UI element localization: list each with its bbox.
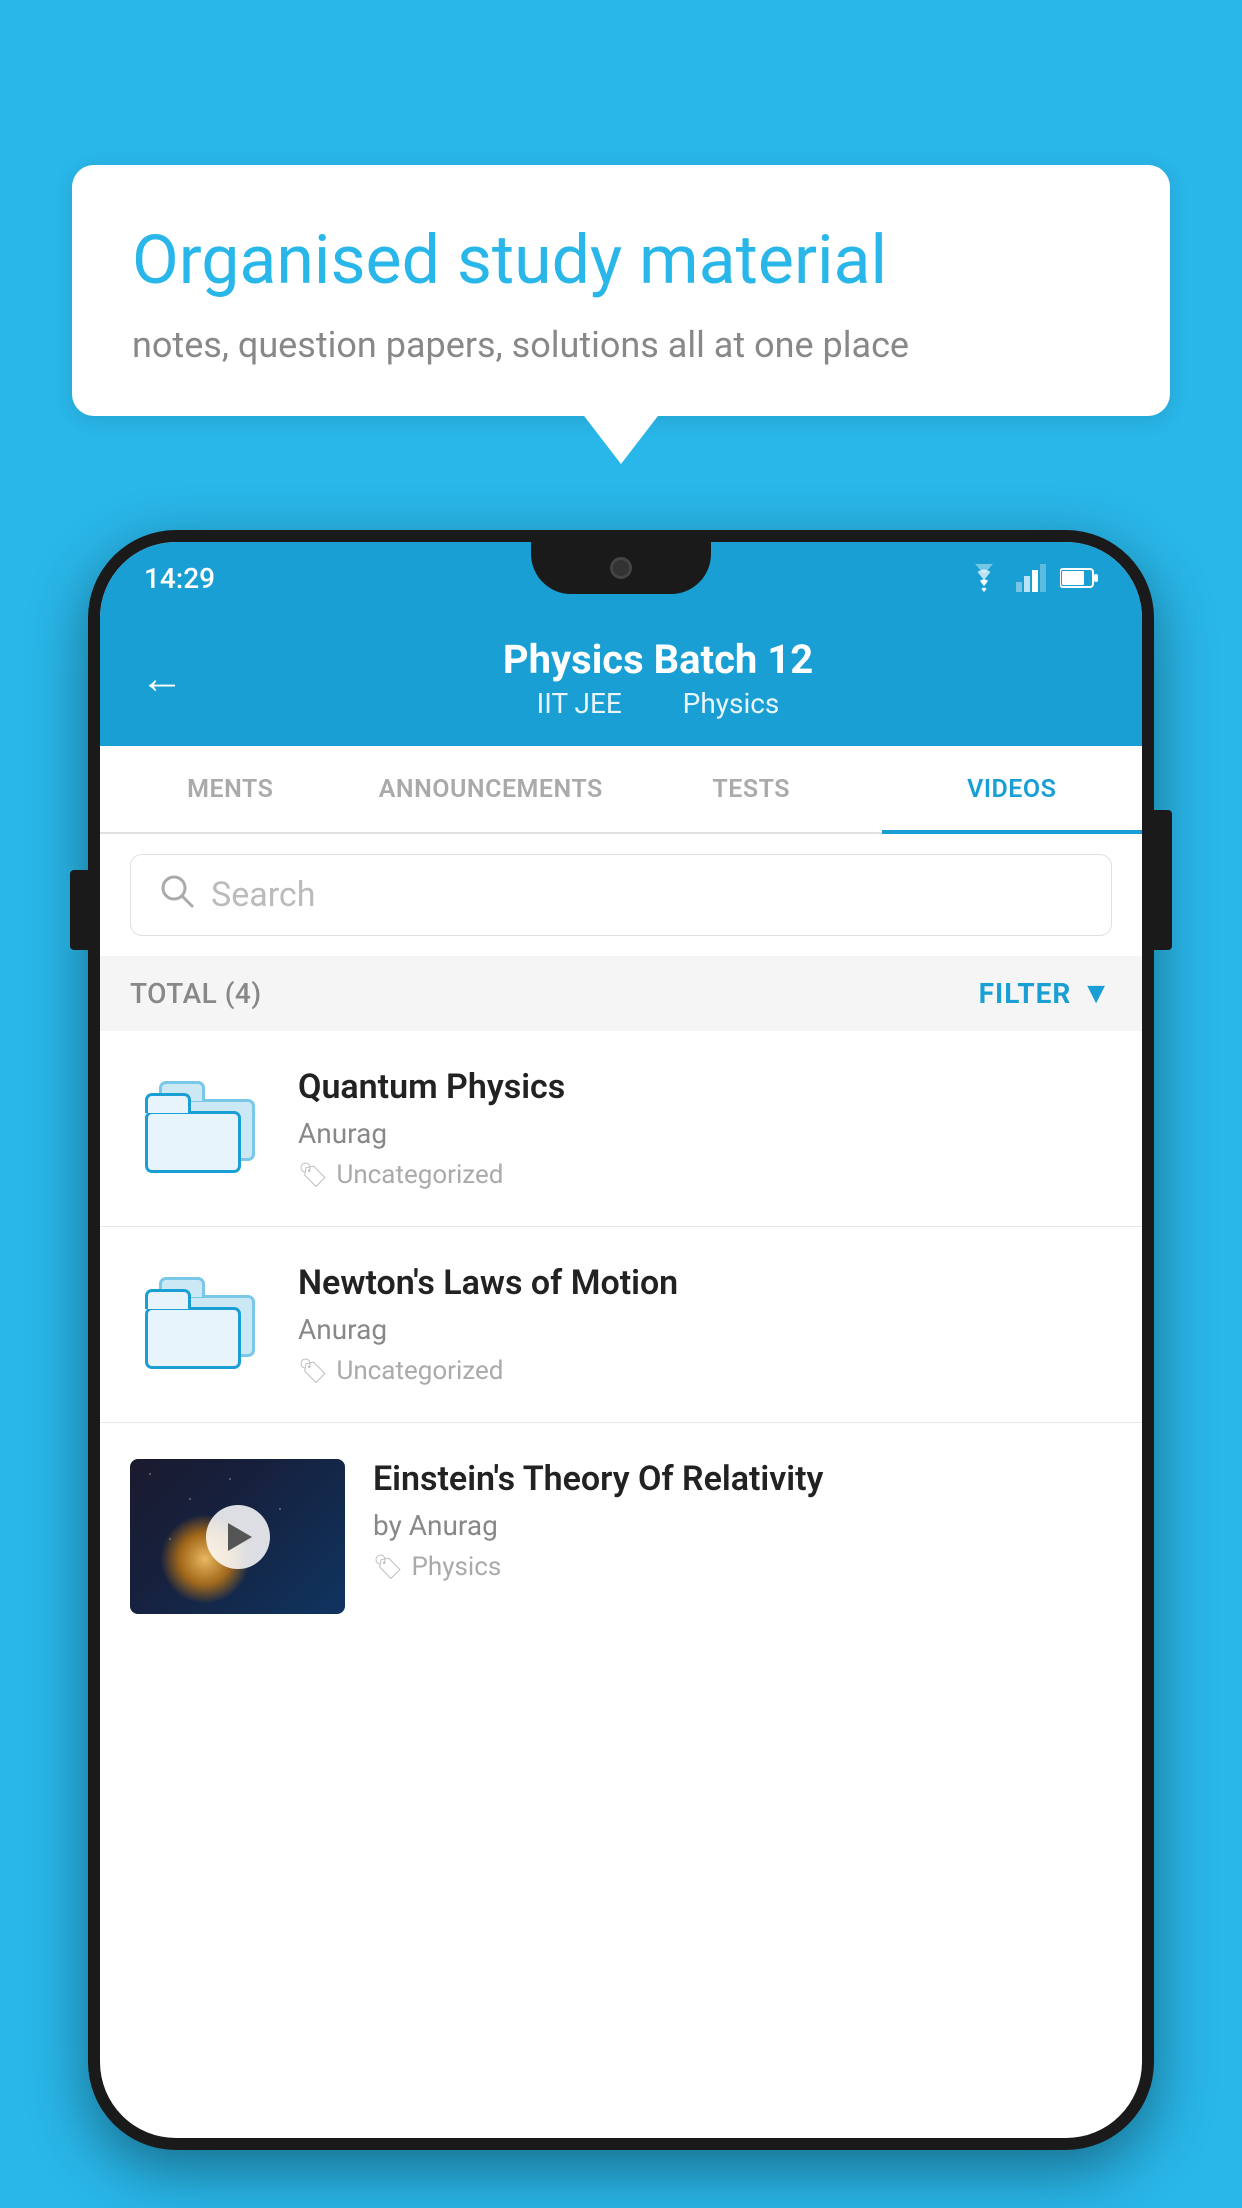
filter-bar: TOTAL (4) FILTER ▼ [100, 956, 1142, 1031]
status-bar: 14:29 [100, 542, 1142, 614]
app-header: ← Physics Batch 12 IIT JEE Physics [100, 614, 1142, 746]
phone-outer: 14:29 [88, 530, 1154, 2150]
video-author: Anurag [298, 1117, 1112, 1150]
filter-button[interactable]: FILTER ▼ [979, 976, 1112, 1011]
play-button-overlay[interactable] [206, 1505, 270, 1569]
video-thumbnail-einstein [130, 1459, 345, 1614]
search-icon [159, 873, 195, 918]
search-container: Search [100, 834, 1142, 956]
tag-icon: 🏷 [373, 1553, 403, 1581]
tag-label: Uncategorized [336, 1160, 503, 1190]
tag-label: Physics [411, 1552, 501, 1582]
play-icon [228, 1523, 252, 1551]
header-subtitle: IIT JEE Physics [214, 687, 1102, 720]
video-tag: 🏷 Uncategorized [298, 1160, 1112, 1190]
list-item[interactable]: Einstein's Theory Of Relativity by Anura… [100, 1423, 1142, 1650]
bubble-title: Organised study material [132, 220, 1110, 302]
video-info-quantum: Quantum Physics Anurag 🏷 Uncategorized [298, 1067, 1112, 1190]
phone-inner: 14:29 [100, 542, 1142, 2138]
notch-camera [610, 557, 632, 579]
tab-ments[interactable]: MENTS [100, 746, 361, 832]
search-box[interactable]: Search [130, 854, 1112, 936]
tab-videos[interactable]: VIDEOS [882, 746, 1143, 832]
list-item[interactable]: Quantum Physics Anurag 🏷 Uncategorized [100, 1031, 1142, 1227]
back-button[interactable]: ← [140, 652, 184, 704]
wifi-icon [966, 564, 1002, 592]
status-icons [966, 564, 1098, 592]
signal-icon [1016, 564, 1046, 592]
tab-announcements[interactable]: ANNOUNCEMENTS [361, 746, 622, 832]
total-count: TOTAL (4) [130, 977, 262, 1010]
header-title-block: Physics Batch 12 IIT JEE Physics [214, 636, 1102, 720]
video-tag: 🏷 Uncategorized [298, 1356, 1112, 1386]
header-subtitle-right: Physics [683, 687, 780, 720]
tag-icon: 🏷 [298, 1161, 328, 1189]
tag-label: Uncategorized [336, 1356, 503, 1386]
list-item[interactable]: Newton's Laws of Motion Anurag 🏷 Uncateg… [100, 1227, 1142, 1423]
header-subtitle-separator [649, 687, 663, 720]
video-info-newton: Newton's Laws of Motion Anurag 🏷 Uncateg… [298, 1263, 1112, 1386]
video-author: by Anurag [373, 1509, 1112, 1542]
notch [531, 542, 711, 594]
header-main-title: Physics Batch 12 [214, 636, 1102, 683]
tag-icon: 🏷 [298, 1357, 328, 1385]
bubble-subtitle: notes, question papers, solutions all at… [132, 324, 1110, 366]
video-title: Einstein's Theory Of Relativity [373, 1459, 1112, 1499]
header-subtitle-left: IIT JEE [537, 687, 622, 720]
filter-label: FILTER [979, 977, 1072, 1010]
video-title: Newton's Laws of Motion [298, 1263, 1112, 1303]
video-list: Quantum Physics Anurag 🏷 Uncategorized [100, 1031, 1142, 1650]
battery-icon [1060, 567, 1098, 589]
video-title: Quantum Physics [298, 1067, 1112, 1107]
filter-icon: ▼ [1081, 976, 1112, 1011]
video-thumb-quantum [130, 1074, 270, 1184]
video-thumb-newton [130, 1270, 270, 1380]
video-info-einstein: Einstein's Theory Of Relativity by Anura… [373, 1459, 1112, 1582]
tabs-bar: MENTS ANNOUNCEMENTS TESTS VIDEOS [100, 746, 1142, 834]
video-tag: 🏷 Physics [373, 1552, 1112, 1582]
phone-wrapper: 14:29 [88, 530, 1154, 2208]
tab-tests[interactable]: TESTS [621, 746, 882, 832]
status-time: 14:29 [144, 562, 215, 595]
search-placeholder: Search [211, 875, 315, 915]
speech-bubble: Organised study material notes, question… [72, 165, 1170, 416]
video-author: Anurag [298, 1313, 1112, 1346]
